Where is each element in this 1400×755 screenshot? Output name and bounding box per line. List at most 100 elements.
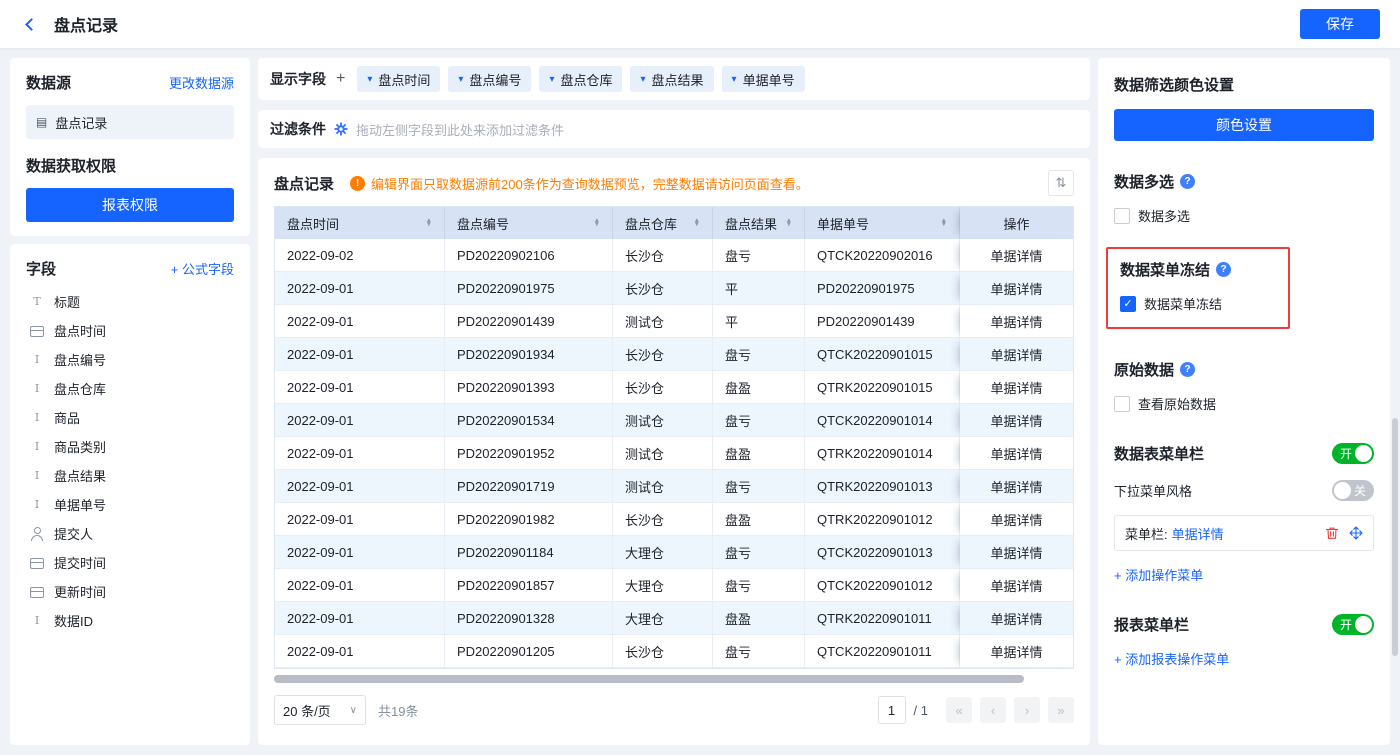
display-field-chip[interactable]: ▾ 盘点仓库 (539, 66, 622, 92)
warning-icon: ! (350, 176, 365, 191)
display-field-chip[interactable]: ▾ 盘点时间 (357, 66, 440, 92)
cell-doc-no: QTCK20220901011 (805, 635, 960, 668)
field-item[interactable]: 数据ID (26, 606, 234, 635)
report-menu-toggle[interactable]: 开 (1332, 614, 1374, 635)
cell-inventory-code: PD20220901952 (445, 437, 613, 470)
doc-detail-action[interactable]: 单据详情 (960, 569, 1073, 602)
cell-warehouse: 长沙仓 (613, 338, 713, 371)
menu-item-value[interactable]: 单据详情 (1172, 524, 1224, 543)
cell-warehouse: 大理仓 (613, 602, 713, 635)
add-action-menu-link[interactable]: + 添加操作菜单 (1114, 565, 1203, 584)
column-label: 盘点时间 (287, 214, 339, 233)
report-permission-button[interactable]: 报表权限 (26, 188, 234, 222)
datasource-selected-item[interactable]: ▤ 盘点记录 (26, 105, 234, 139)
doc-detail-action[interactable]: 单据详情 (960, 635, 1073, 668)
doc-detail-action[interactable]: 单据详情 (960, 338, 1073, 371)
move-menu-icon[interactable] (1349, 526, 1363, 540)
field-item[interactable]: 盘点结果 (26, 461, 234, 490)
field-item[interactable]: 盘点时间 (26, 316, 234, 345)
sort-icon[interactable]: ▲ ▼ (694, 219, 700, 227)
vertical-scrollbar[interactable] (1392, 418, 1398, 656)
column-header[interactable]: 盘点时间 ▲ ▼ (275, 207, 445, 239)
doc-detail-action[interactable]: 单据详情 (960, 602, 1073, 635)
display-field-chip[interactable]: ▾ 盘点编号 (448, 66, 531, 92)
cell-inventory-time: 2022-09-01 (275, 635, 445, 668)
chip-label: 盘点仓库 (560, 70, 612, 89)
gear-icon[interactable] (334, 122, 348, 136)
sort-icon[interactable]: ▲ ▼ (594, 219, 600, 227)
cell-inventory-code: PD20220902106 (445, 239, 613, 272)
field-item[interactable]: 标题 (26, 287, 234, 316)
help-icon[interactable]: ? (1216, 262, 1231, 277)
field-label: 盘点编号 (54, 350, 106, 369)
field-label: 盘点仓库 (54, 379, 106, 398)
field-item[interactable]: 商品 (26, 403, 234, 432)
field-item[interactable]: 商品类别 (26, 432, 234, 461)
field-item[interactable]: 盘点编号 (26, 345, 234, 374)
cell-result: 盘盈 (713, 602, 805, 635)
chip-label: 盘点时间 (378, 70, 430, 89)
doc-detail-action[interactable]: 单据详情 (960, 305, 1073, 338)
save-button[interactable]: 保存 (1300, 9, 1380, 39)
sort-icon[interactable]: ▲ ▼ (941, 219, 947, 227)
sort-icon[interactable]: ▲ ▼ (426, 219, 432, 227)
dropdown-style-toggle[interactable]: 关 (1332, 480, 1374, 501)
multi-select-title: 数据多选 (1114, 171, 1174, 192)
change-datasource-link[interactable]: 更改数据源 (169, 73, 234, 92)
menu-freeze-option[interactable]: 数据菜单冻结 (1120, 294, 1276, 313)
display-field-chip[interactable]: ▾ 单据单号 (722, 66, 805, 92)
back-button[interactable] (20, 13, 42, 35)
table-card: 盘点记录 ! 编辑界面只取数据源前200条作为查询数据预览，完整数据请访问页面查… (258, 158, 1090, 745)
column-header[interactable]: 单据单号 ▲ ▼ (805, 207, 960, 239)
checkbox-multi-select[interactable] (1114, 208, 1130, 224)
cell-doc-no: QTCK20220901012 (805, 569, 960, 602)
add-report-menu-link[interactable]: + 添加报表操作菜单 (1114, 649, 1229, 668)
field-item[interactable]: 盘点仓库 (26, 374, 234, 403)
checkbox-raw-data[interactable] (1114, 396, 1130, 412)
last-page-button[interactable]: » (1048, 697, 1074, 723)
doc-detail-action[interactable]: 单据详情 (960, 272, 1073, 305)
prev-page-button[interactable]: ‹ (980, 697, 1006, 723)
column-header[interactable]: 操作 (960, 207, 1073, 239)
color-settings-button[interactable]: 颜色设置 (1114, 109, 1374, 141)
doc-detail-action[interactable]: 单据详情 (960, 371, 1073, 404)
doc-detail-action[interactable]: 单据详情 (960, 503, 1073, 536)
current-page-input[interactable]: 1 (878, 696, 906, 724)
checkbox-menu-freeze[interactable] (1120, 296, 1136, 312)
sort-icon[interactable]: ▲ ▼ (786, 219, 792, 227)
field-item[interactable]: 更新时间 (26, 577, 234, 606)
doc-detail-action[interactable]: 单据详情 (960, 437, 1073, 470)
table-sort-button[interactable]: ⇅ (1048, 170, 1074, 196)
next-page-button[interactable]: › (1014, 697, 1040, 723)
doc-detail-action[interactable]: 单据详情 (960, 239, 1073, 272)
doc-detail-action[interactable]: 单据详情 (960, 536, 1073, 569)
page-size-select[interactable]: 20 条/页 ∨ (274, 695, 366, 725)
horizontal-scrollbar[interactable] (274, 675, 1024, 683)
display-field-chip[interactable]: ▾ 盘点结果 (630, 66, 713, 92)
first-page-button[interactable]: « (946, 697, 972, 723)
field-item[interactable]: 提交人 (26, 519, 234, 548)
menu-freeze-title: 数据菜单冻结 (1120, 259, 1210, 280)
sort-desc-icon: ▼ (426, 223, 432, 227)
raw-data-title: 原始数据 (1114, 359, 1174, 380)
chip-label: 盘点编号 (469, 70, 521, 89)
cell-result: 盘盈 (713, 371, 805, 404)
column-header[interactable]: 盘点仓库 ▲ ▼ (613, 207, 713, 239)
multi-select-option[interactable]: 数据多选 (1114, 206, 1374, 225)
field-item[interactable]: 提交时间 (26, 548, 234, 577)
raw-data-option[interactable]: 查看原始数据 (1114, 394, 1374, 413)
table-menu-toggle[interactable]: 开 (1332, 443, 1374, 464)
table-row: 2022-09-01 PD20220901952 测试仓 盘盈 QTRK2022… (275, 437, 1073, 470)
add-display-field-button[interactable]: + (336, 70, 345, 88)
column-header[interactable]: 盘点编号 ▲ ▼ (445, 207, 613, 239)
delete-menu-icon[interactable] (1325, 526, 1339, 540)
data-table: 盘点时间 ▲ ▼ 盘点编号 ▲ ▼ 盘点仓库 ▲ ▼ 盘点结果 ▲ ▼ 单据单号… (274, 206, 1074, 669)
doc-detail-action[interactable]: 单据详情 (960, 404, 1073, 437)
help-icon[interactable]: ? (1180, 174, 1195, 189)
field-item[interactable]: 单据单号 (26, 490, 234, 519)
help-icon[interactable]: ? (1180, 362, 1195, 377)
column-header[interactable]: 盘点结果 ▲ ▼ (713, 207, 805, 239)
preview-notice: ! 编辑界面只取数据源前200条作为查询数据预览，完整数据请访问页面查看。 (350, 174, 1036, 193)
add-formula-field-link[interactable]: + 公式字段 (171, 259, 234, 278)
doc-detail-action[interactable]: 单据详情 (960, 470, 1073, 503)
